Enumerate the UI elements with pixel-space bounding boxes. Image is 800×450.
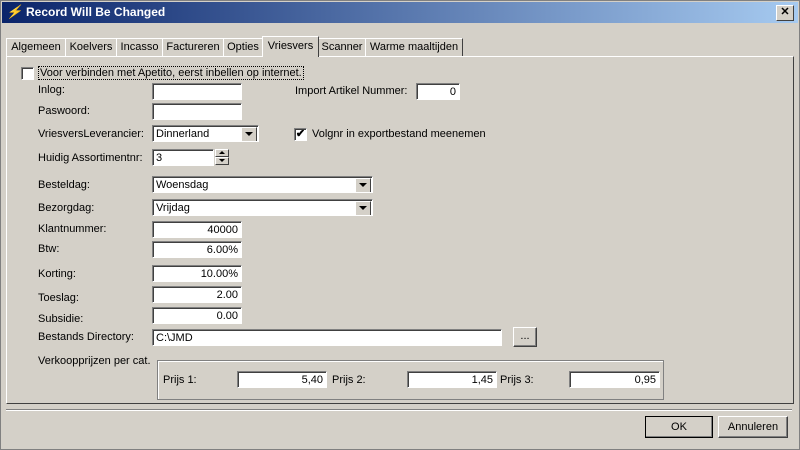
prijs2-label: Prijs 2: <box>332 374 366 386</box>
tab-scanner[interactable]: Scanner <box>318 38 366 56</box>
tab-warme-maaltijden[interactable]: Warme maaltijden <box>365 38 463 56</box>
chevron-down-icon[interactable] <box>241 127 257 141</box>
bezorgdag-label: Bezorgdag: <box>38 202 95 214</box>
chevron-down-icon[interactable] <box>355 178 371 192</box>
tab-koelvers[interactable]: Koelvers <box>65 38 117 56</box>
subsidie-label: Subsidie: <box>38 313 84 325</box>
btw-label: Btw: <box>38 243 60 255</box>
korting-label: Korting: <box>38 268 76 280</box>
prijs2-input[interactable]: 1,45 <box>407 371 497 388</box>
tab-opties[interactable]: Opties <box>223 38 263 56</box>
assortiment-spinner[interactable] <box>215 149 229 166</box>
tab-incasso[interactable]: Incasso <box>116 38 163 56</box>
apetito-checkbox[interactable] <box>21 67 34 80</box>
bezorgdag-value: Vrijdag <box>156 202 190 214</box>
close-button[interactable]: ✕ <box>776 5 794 21</box>
leverancier-select[interactable]: Dinnerland <box>152 125 259 142</box>
korting-input[interactable]: 10.00% <box>152 265 242 282</box>
directory-label: Bestands Directory: <box>38 331 134 343</box>
paswoord-input[interactable] <box>152 103 242 120</box>
browse-button[interactable]: ... <box>513 327 537 347</box>
tab-algemeen[interactable]: Algemeen <box>6 38 66 56</box>
klantnummer-input[interactable]: 40000 <box>152 221 242 238</box>
volgnr-checkbox[interactable]: ✔ <box>294 128 307 141</box>
prijs3-input[interactable]: 0,95 <box>569 371 660 388</box>
besteldag-select[interactable]: Woensdag <box>152 176 373 193</box>
paswoord-label: Paswoord: <box>38 105 90 117</box>
inlog-input[interactable] <box>152 83 242 100</box>
import-artikel-label: Import Artikel Nummer: <box>295 85 408 97</box>
directory-input[interactable]: C:\JMD <box>152 329 502 346</box>
close-icon: ✕ <box>780 6 790 18</box>
annuleren-button[interactable]: Annuleren <box>718 416 788 438</box>
apetito-checkbox-label[interactable]: Voor verbinden met Apetito, eerst inbell… <box>38 66 304 80</box>
tab-factureren[interactable]: Factureren <box>162 38 224 56</box>
assortiment-label: Huidig Assortimentnr: <box>38 152 143 164</box>
window-title: Record Will Be Changed <box>26 5 166 19</box>
subsidie-input[interactable]: 0.00 <box>152 307 242 324</box>
inlog-label: Inlog: <box>38 84 65 96</box>
app-icon: ⚡ <box>6 4 23 19</box>
verkoopprijzen-label: Verkoopprijzen per cat. <box>38 355 151 367</box>
toeslag-label: Toeslag: <box>38 292 79 304</box>
tab-vriesvers[interactable]: Vriesvers <box>262 36 319 57</box>
chevron-down-icon[interactable] <box>355 201 371 215</box>
leverancier-value: Dinnerland <box>156 128 210 140</box>
leverancier-label: VriesversLeverancier: <box>38 128 144 140</box>
prijs1-label: Prijs 1: <box>163 374 197 386</box>
footer-separator <box>6 409 792 411</box>
toeslag-input[interactable]: 2.00 <box>152 286 242 303</box>
ok-button[interactable]: OK <box>645 416 713 438</box>
besteldag-label: Besteldag: <box>38 179 90 191</box>
volgnr-label[interactable]: Volgnr in exportbestand meenemen <box>312 128 486 140</box>
klantnummer-label: Klantnummer: <box>38 223 107 235</box>
spin-up-icon[interactable] <box>215 149 229 157</box>
besteldag-value: Woensdag <box>156 179 209 191</box>
assortiment-input[interactable]: 3 <box>152 149 214 166</box>
title-bar[interactable]: ⚡ Record Will Be Changed ✕ <box>2 2 798 23</box>
bezorgdag-select[interactable]: Vrijdag <box>152 199 373 216</box>
import-artikel-input[interactable]: 0 <box>416 83 460 100</box>
prijs3-label: Prijs 3: <box>500 374 534 386</box>
spin-down-icon[interactable] <box>215 157 229 165</box>
prijs1-input[interactable]: 5,40 <box>237 371 327 388</box>
btw-input[interactable]: 6.00% <box>152 241 242 258</box>
tab-panel-vriesvers <box>6 56 794 404</box>
